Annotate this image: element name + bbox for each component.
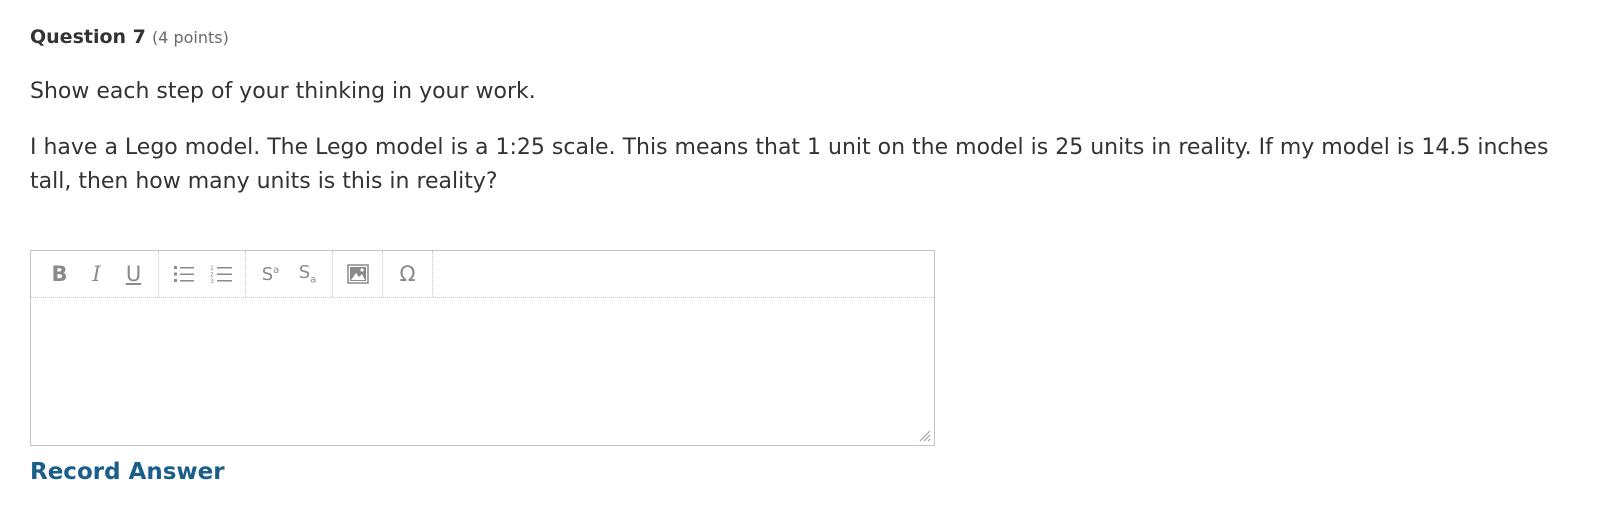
- special-character-button[interactable]: Ω: [389, 256, 426, 292]
- answer-text-area[interactable]: [31, 298, 934, 445]
- omega-icon: Ω: [399, 262, 416, 286]
- bulleted-list-button[interactable]: [165, 256, 202, 292]
- record-answer-link[interactable]: Record Answer: [30, 456, 225, 488]
- editor-toolbar: B I U 1 2 3 Sa Sa Ω: [31, 251, 934, 298]
- question-title: Question 7: [30, 26, 146, 48]
- svg-text:3: 3: [210, 278, 214, 284]
- subscript-icon: Sa: [298, 262, 317, 286]
- underline-icon: U: [125, 262, 142, 286]
- superscript-button[interactable]: Sa: [252, 256, 289, 292]
- answer-editor: B I U 1 2 3 Sa Sa Ω: [30, 250, 935, 446]
- bold-icon: B: [51, 262, 68, 286]
- italic-icon: I: [92, 262, 101, 286]
- italic-button[interactable]: I: [78, 256, 115, 292]
- instructions-text: Show each step of your thinking in your …: [30, 79, 536, 104]
- superscript-icon: Sa: [261, 263, 280, 285]
- format-group: B I U: [31, 251, 159, 297]
- question-header: Question 7 (4 points): [30, 24, 229, 51]
- resize-grip-icon[interactable]: [917, 428, 931, 442]
- bulleted-list-icon: [173, 266, 194, 282]
- image-icon: [346, 264, 369, 284]
- question-prompt: I have a Lego model. The Lego model is a…: [30, 135, 1549, 194]
- numbered-list-icon: 1 2 3: [210, 265, 232, 284]
- subscript-button[interactable]: Sa: [289, 256, 326, 292]
- list-group: 1 2 3: [159, 251, 246, 297]
- special-char-group: Ω: [383, 251, 433, 297]
- question-points: (4 points): [151, 28, 229, 47]
- numbered-list-button[interactable]: 1 2 3: [202, 256, 239, 292]
- underline-button[interactable]: U: [115, 256, 152, 292]
- script-group: Sa Sa: [246, 251, 333, 297]
- bold-button[interactable]: B: [41, 256, 78, 292]
- image-group: [333, 251, 383, 297]
- insert-image-button[interactable]: [339, 256, 376, 292]
